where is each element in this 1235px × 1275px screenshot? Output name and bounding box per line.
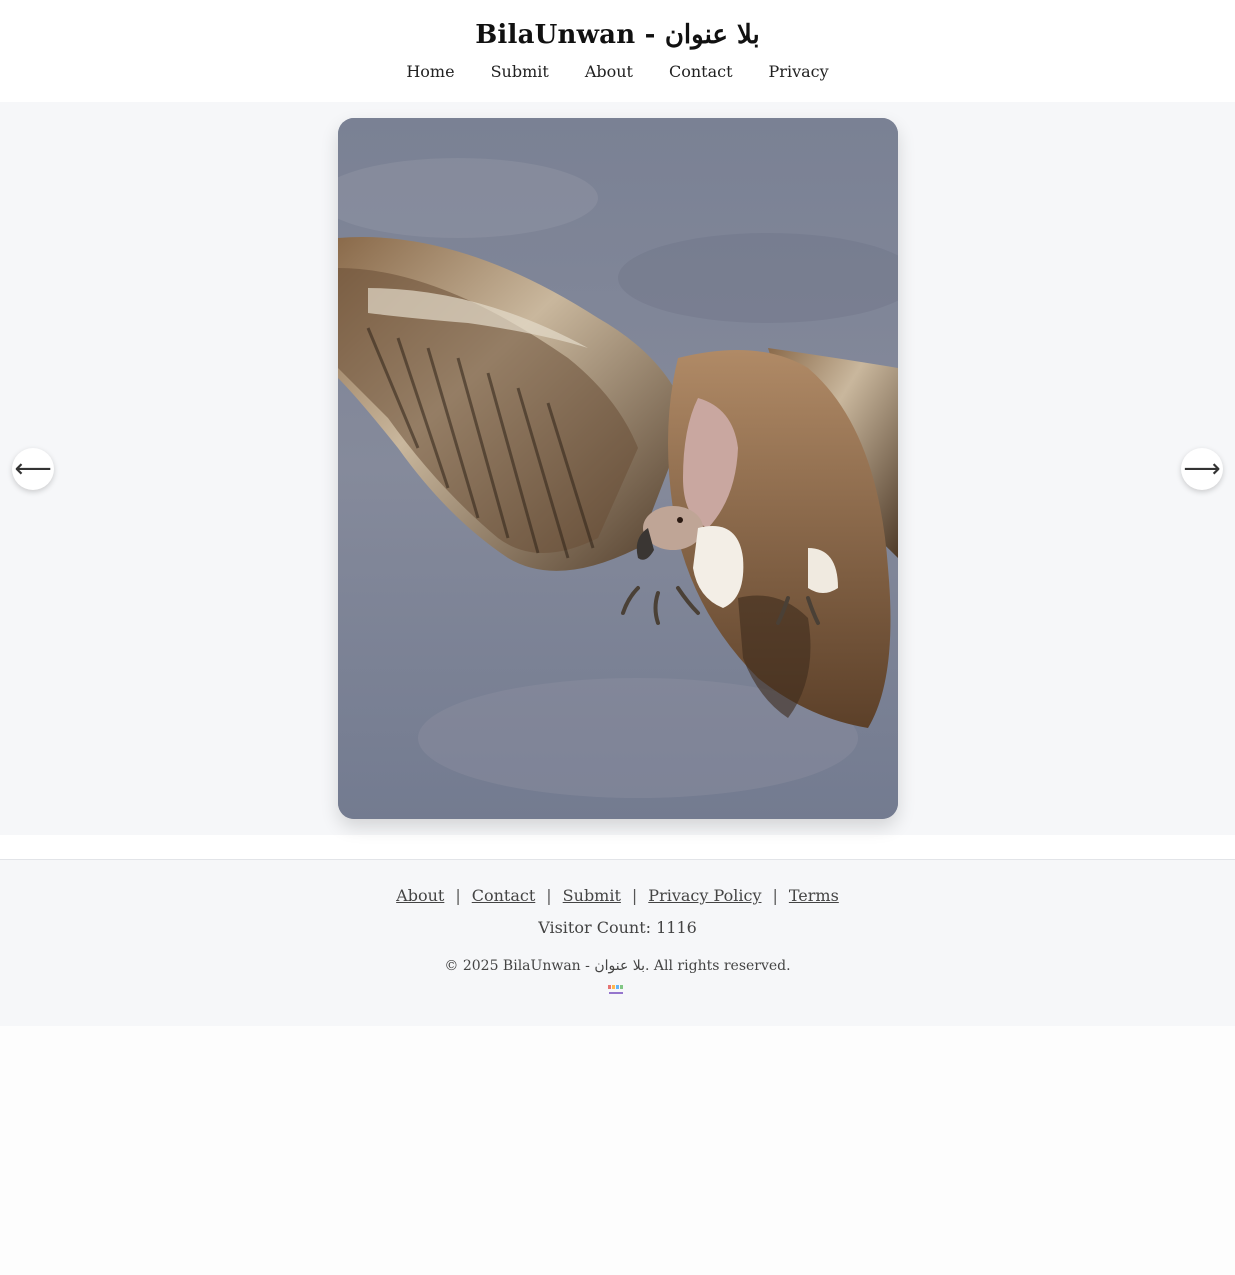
footer-separator: | — [772, 886, 778, 905]
footer-separator: | — [631, 886, 638, 905]
logo-badge-icon — [608, 985, 623, 994]
page-bottom — [0, 1026, 1235, 1275]
footer-link-contact[interactable]: Contact — [472, 886, 536, 905]
arrow-left-icon: ⟵ — [14, 454, 52, 484]
nav-about[interactable]: About — [585, 62, 633, 81]
footer-link-privacy-policy[interactable]: Privacy Policy — [648, 886, 761, 905]
footer-link-terms[interactable]: Terms — [789, 886, 839, 905]
spacer — [0, 835, 1235, 859]
main-nav: Home Submit About Contact Privacy — [0, 62, 1235, 81]
copyright-text: © 2025 BilaUnwan - بلا عنوان. All rights… — [444, 958, 791, 974]
footer-links: About | Contact | Submit | Privacy Policy | Term… — [0, 886, 1235, 905]
prev-arrow-button[interactable]: ⟵ — [12, 448, 54, 490]
footer-separator: | — [455, 886, 461, 905]
arrow-right-icon: ⟶ — [1183, 454, 1221, 484]
site-footer: About | Contact | Submit | Privacy Policy | Term… — [0, 859, 1235, 1026]
site-header: BilaUnwan - بلا عنوان Home Submit About … — [0, 0, 1235, 102]
nav-privacy[interactable]: Privacy — [769, 62, 829, 81]
visitor-count: Visitor Count: 1116 — [538, 918, 697, 937]
vulture-illustration — [338, 118, 898, 819]
site-title: BilaUnwan - بلا عنوان — [475, 20, 760, 50]
nav-submit[interactable]: Submit — [491, 62, 549, 81]
footer-separator: | — [546, 886, 552, 905]
footer-link-about[interactable]: About — [396, 886, 444, 905]
next-arrow-button[interactable]: ⟶ — [1181, 448, 1223, 490]
carousel: ⟵ ⟶ — [0, 102, 1235, 835]
footer-link-submit[interactable]: Submit — [563, 886, 621, 905]
nav-contact[interactable]: Contact — [669, 62, 733, 81]
vulture-image — [338, 118, 898, 819]
nav-home[interactable]: Home — [406, 62, 454, 81]
